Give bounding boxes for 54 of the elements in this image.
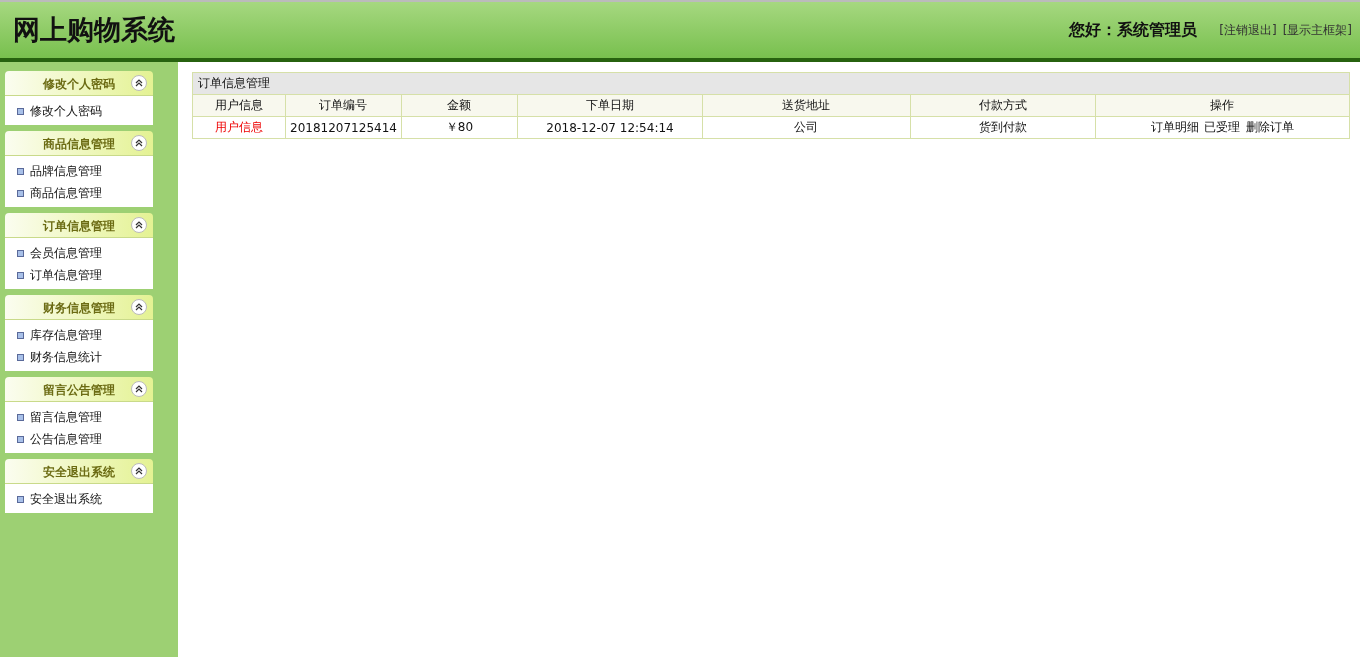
group-header[interactable]: 财务信息管理 — [5, 295, 153, 320]
bullet-icon — [17, 249, 24, 257]
table-cell: 货到付款 — [910, 116, 1096, 139]
sidebar-link[interactable]: 财务信息统计 — [30, 348, 102, 366]
column-header: 下单日期 — [517, 94, 703, 117]
table-title: 订单信息管理 — [192, 72, 1350, 95]
header-link[interactable]: [注销退出] — [1219, 21, 1277, 39]
table-cell: 2018-12-07 12:54:14 — [517, 116, 703, 139]
column-header: 付款方式 — [910, 94, 1096, 117]
action-link[interactable]: 订单明细 — [1150, 120, 1199, 134]
sidebar-link[interactable]: 品牌信息管理 — [30, 162, 102, 180]
collapse-toggle-icon[interactable] — [131, 75, 147, 91]
sidebar-link[interactable]: 商品信息管理 — [30, 184, 102, 202]
bullet-icon — [17, 107, 24, 115]
action-link[interactable]: 删除订单 — [1246, 120, 1295, 134]
group-title: 商品信息管理 — [43, 136, 115, 153]
bullet-icon — [17, 435, 24, 443]
column-header: 用户信息 — [192, 94, 286, 117]
bullet-icon — [17, 271, 24, 279]
group-header[interactable]: 安全退出系统 — [5, 459, 153, 484]
collapse-toggle-icon[interactable] — [131, 299, 147, 315]
header-link[interactable]: [显示主框架] — [1282, 21, 1352, 39]
group-title: 安全退出系统 — [43, 464, 115, 481]
group-title: 订单信息管理 — [43, 218, 115, 235]
site-title: 网上购物系统 — [13, 13, 175, 47]
group-header[interactable]: 留言公告管理 — [5, 377, 153, 402]
collapse-toggle-icon[interactable] — [131, 381, 147, 397]
sidebar-link[interactable]: 库存信息管理 — [30, 326, 102, 344]
group-header[interactable]: 修改个人密码 — [5, 71, 153, 96]
collapse-toggle-icon[interactable] — [131, 463, 147, 479]
group-header[interactable]: 商品信息管理 — [5, 131, 153, 156]
greeting: 您好：系统管理员 — [1069, 19, 1198, 41]
bullet-icon — [17, 495, 24, 503]
table-cell: 20181207125414 — [285, 116, 402, 139]
bullet-icon — [17, 413, 24, 421]
sidebar-link[interactable]: 留言信息管理 — [30, 408, 102, 426]
group-title: 修改个人密码 — [43, 76, 115, 93]
bullet-icon — [17, 331, 24, 339]
table-cell: ￥80 — [401, 116, 518, 139]
table-cell: 公司 — [702, 116, 911, 139]
group-title: 留言公告管理 — [43, 382, 115, 399]
column-header: 操作 — [1095, 94, 1350, 117]
collapse-toggle-icon[interactable] — [131, 217, 147, 233]
column-header: 送货地址 — [702, 94, 911, 117]
group-header[interactable]: 订单信息管理 — [5, 213, 153, 238]
bullet-icon — [17, 353, 24, 361]
sidebar-link[interactable]: 订单信息管理 — [30, 266, 102, 284]
action-link[interactable]: 已受理 — [1204, 120, 1241, 134]
sidebar-link[interactable]: 会员信息管理 — [30, 244, 102, 262]
group-title: 财务信息管理 — [43, 300, 115, 317]
bullet-icon — [17, 167, 24, 175]
bullet-icon — [17, 189, 24, 197]
sidebar-link[interactable]: 公告信息管理 — [30, 430, 102, 448]
collapse-toggle-icon[interactable] — [131, 135, 147, 151]
